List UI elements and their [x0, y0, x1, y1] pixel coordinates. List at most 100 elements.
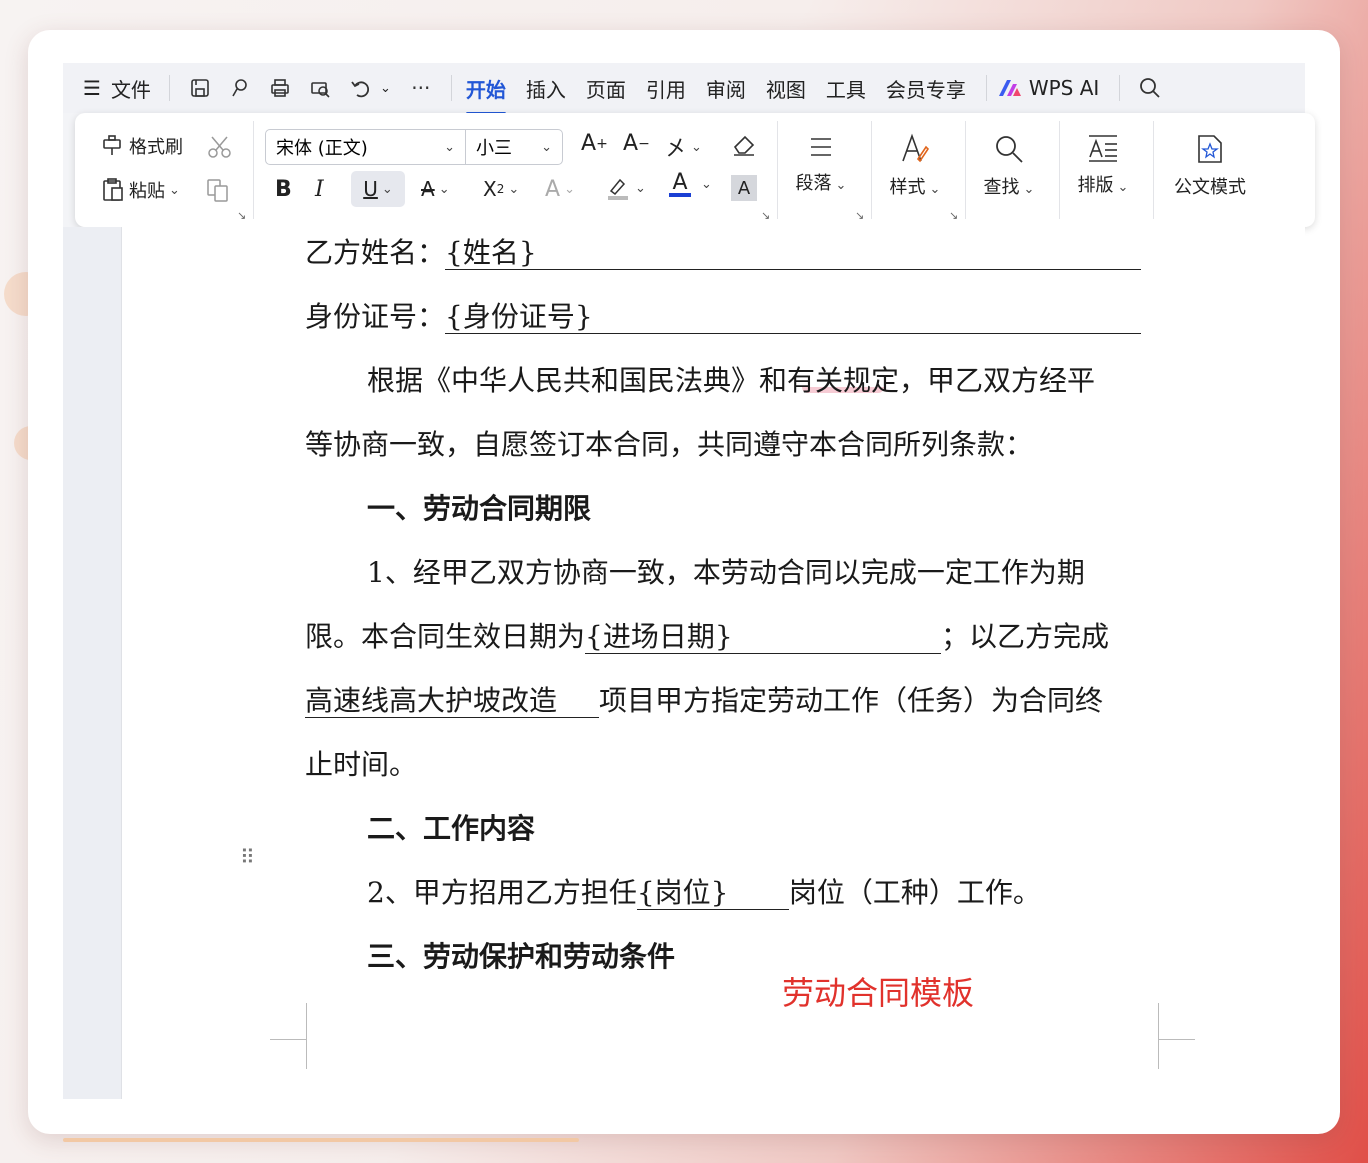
grow-font-icon[interactable]: A +	[581, 131, 608, 156]
font-selector: 宋体 (正文) ⌄ 小三 ⌄	[265, 129, 563, 165]
chevron-down-icon: ⌄	[541, 139, 552, 155]
print-icon[interactable]	[264, 72, 296, 104]
tab-member[interactable]: 会员专享	[886, 74, 966, 103]
underline-button[interactable]: U ⌄	[351, 171, 405, 207]
cut-icon[interactable]	[207, 135, 233, 159]
font-name-value: 宋体 (正文)	[276, 138, 368, 159]
position-field[interactable]: {岗位}	[636, 877, 789, 910]
menu-bar: ☰ 文件 ⌄ ··· 开始 插入 页面 引用 审阅 视图 工具 会员专享 WPS…	[63, 63, 1305, 115]
font-name-select[interactable]: 宋体 (正文) ⌄	[266, 130, 466, 164]
tab-view[interactable]: 视图	[766, 74, 806, 103]
format-painter-button[interactable]: 格式刷	[101, 133, 183, 159]
wps-ai-label: WPS AI	[1028, 76, 1100, 100]
page-corner-mark	[1158, 1003, 1195, 1040]
shrink-font-icon[interactable]: A −	[623, 131, 650, 156]
document-page[interactable]: ⠿ 乙方姓名：{姓名} 身份证号：{身份证号} 根据《中华人民共和国民法典》和有…	[122, 227, 1305, 1099]
strikethrough-icon[interactable]: A ⌄	[421, 177, 450, 201]
clear-format-icon[interactable]	[731, 133, 757, 157]
paragraph-launcher-icon[interactable]: ↘	[855, 209, 864, 222]
superscript-icon[interactable]: X 2 ⌄	[483, 177, 519, 201]
id-field[interactable]: {身份证号}	[445, 301, 1142, 334]
file-menu[interactable]: ☰ 文件	[83, 63, 151, 113]
font-color-icon[interactable]: A	[669, 172, 691, 197]
item2-line: 2、甲方招用乙方担任{岗位} 岗位（工种）工作。	[367, 871, 1041, 911]
page-corner-mark	[270, 1003, 307, 1040]
find-button[interactable]: 查找 ⌄	[969, 123, 1049, 199]
search-icon[interactable]	[1134, 72, 1166, 104]
para1-line2: 等协商一致，自愿签订本合同，共同遵守本合同所列条款：	[305, 428, 1034, 461]
italic-icon[interactable]: I	[315, 177, 324, 202]
page-margin-mark	[1158, 1039, 1195, 1069]
official-mode-label: 公文模式	[1174, 177, 1246, 198]
start-date-field[interactable]: {进场日期}	[585, 621, 942, 654]
paste-icon	[103, 178, 123, 201]
project-field[interactable]: 高速线高大护坡改造	[305, 685, 599, 718]
drag-handle-icon[interactable]: ⠿	[240, 845, 255, 869]
wps-ai-icon	[998, 80, 1021, 96]
party-b-name-label: 乙方姓名：	[305, 236, 446, 269]
format-painter-icon	[103, 135, 121, 155]
heading-contract-term: 一、劳动合同期限	[367, 492, 592, 525]
paragraph-button[interactable]: 段落 ⌄	[781, 123, 861, 195]
left-gutter	[63, 227, 122, 1099]
tab-review[interactable]: 审阅	[706, 74, 746, 103]
item1-line2-end: ；以乙方完成	[941, 620, 1110, 653]
party-b-name-line: 乙方姓名：{姓名}	[305, 231, 1155, 271]
chevron-down-icon: ⌄	[444, 139, 455, 155]
tab-page[interactable]: 页面	[586, 74, 626, 103]
app-window: ☰ 文件 ⌄ ··· 开始 插入 页面 引用 审阅 视图 工具 会员专享 WPS…	[28, 30, 1340, 1134]
item1-line4: 止时间。	[305, 748, 418, 781]
export-icon[interactable]	[224, 72, 256, 104]
ribbon-toolbar: 格式刷 粘贴 ⌄ ↘ 宋体 (正文) ⌄ 小三 ⌄ A + A − 㐅 ⌄ B …	[75, 113, 1315, 227]
copy-icon[interactable]	[205, 177, 231, 203]
tab-tools[interactable]: 工具	[826, 74, 866, 103]
official-document-icon	[1198, 135, 1222, 163]
item1-line3: 高速线高大护坡改造 项目甲方指定劳动工作（任务）为合同终	[305, 679, 1103, 719]
item1-line1: 1、经甲乙双方协商一致，本劳动合同以完成一定工作为期	[367, 556, 1085, 589]
paragraph-icon	[811, 138, 831, 156]
text-effect-icon[interactable]: A ⌄	[545, 177, 575, 202]
para1-line1: 根据《中华人民共和国民法典》和有关规定，甲乙双方经平	[367, 364, 1096, 397]
layout-label: 排版	[1077, 175, 1114, 196]
find-label: 查找	[983, 177, 1020, 198]
layout-icon	[1089, 135, 1117, 162]
watermark-caption: 劳动合同模板	[782, 974, 975, 1012]
tab-insert[interactable]: 插入	[526, 74, 566, 103]
wps-ai-button[interactable]: WPS AI	[997, 63, 1099, 113]
find-icon	[996, 136, 1023, 163]
paragraph-label: 段落	[795, 173, 832, 194]
undo-icon[interactable]	[344, 72, 376, 104]
styles-launcher-icon[interactable]: ↘	[949, 209, 958, 222]
official-mode-button[interactable]: 公文模式	[1165, 123, 1255, 199]
page-margin-mark	[270, 1039, 307, 1069]
paste-dropdown-icon[interactable]: ⌄	[169, 183, 180, 198]
file-label: 文件	[110, 77, 151, 102]
tab-home[interactable]: 开始	[465, 74, 506, 115]
bold-icon[interactable]: B	[275, 177, 292, 202]
styles-button[interactable]: 样式 ⌄	[875, 123, 955, 199]
tab-reference[interactable]: 引用	[646, 74, 686, 103]
party-b-name-field[interactable]: {姓名}	[445, 237, 1142, 270]
paste-label: 粘贴	[129, 181, 165, 202]
save-icon[interactable]	[184, 72, 216, 104]
heading-labor-protection: 三、劳动保护和劳动条件	[367, 940, 676, 973]
highlight-icon[interactable]: ⌄	[605, 175, 646, 201]
undo-dropdown-icon[interactable]: ⌄	[380, 81, 391, 96]
heading-work-content: 二、工作内容	[367, 812, 536, 845]
char-shading-icon[interactable]: A	[731, 175, 757, 201]
phonetic-guide-icon[interactable]: 㐅 ⌄	[665, 131, 702, 163]
styles-label: 样式	[889, 177, 926, 198]
font-color-dropdown-icon[interactable]: ⌄	[697, 177, 712, 192]
item1-line3-text: 项目甲方指定劳动工作（任务）为合同终	[599, 684, 1104, 717]
paste-button[interactable]: 粘贴 ⌄	[101, 177, 180, 203]
layout-button[interactable]: 排版 ⌄	[1063, 123, 1143, 197]
format-painter-label: 格式刷	[129, 137, 183, 158]
item1-line2-text: 限。本合同生效日期为	[305, 620, 586, 653]
more-icon[interactable]: ···	[405, 72, 437, 104]
print-preview-icon[interactable]	[304, 72, 336, 104]
font-size-select[interactable]: 小三 ⌄	[466, 130, 562, 164]
font-launcher-icon[interactable]: ↘	[761, 209, 770, 222]
clipboard-launcher-icon[interactable]: ↘	[237, 209, 246, 222]
bottom-accent-bar	[63, 1138, 579, 1142]
underline-icon: U	[363, 177, 378, 201]
